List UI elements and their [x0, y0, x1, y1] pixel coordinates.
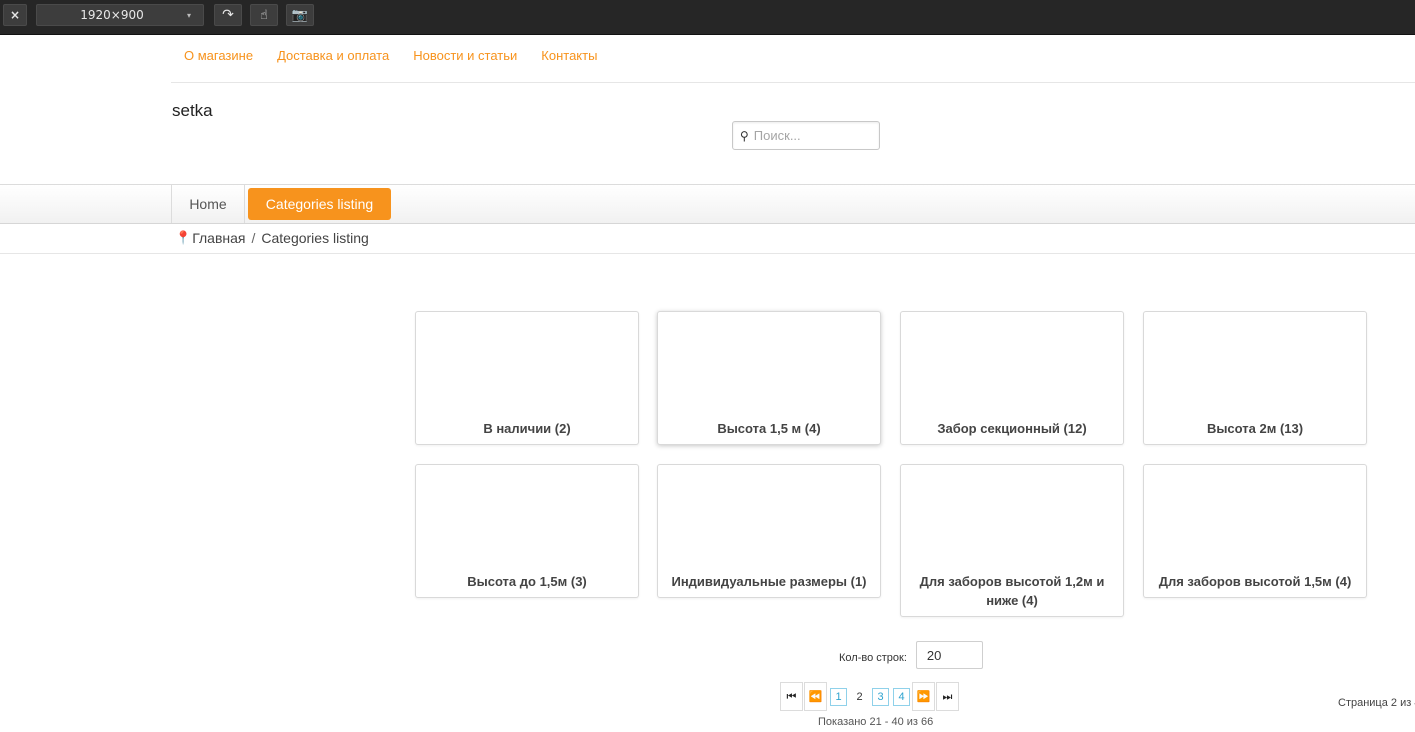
page-link-3[interactable]: 3	[872, 687, 889, 706]
page-indicator: Страница 2 из 4	[1338, 697, 1415, 709]
link-delivery-payment[interactable]: Доставка и оплата	[265, 48, 401, 63]
breadcrumb-home[interactable]: Главная	[192, 230, 245, 246]
category-label: В наличии (2)	[483, 421, 571, 436]
rows-per-page-input[interactable]	[915, 641, 983, 669]
nav-home[interactable]: Home	[171, 185, 245, 223]
viewport-size-select[interactable]: 1920×900 ▾	[36, 4, 204, 26]
link-news-articles[interactable]: Новости и статьи	[401, 48, 529, 63]
main-nav: Home Categories listing	[0, 184, 1415, 224]
rows-per-page: Кол-во строк:	[839, 641, 983, 669]
search-box[interactable]: ⚲	[732, 121, 880, 150]
category-tile[interactable]: В наличии (2)	[415, 311, 639, 445]
close-icon[interactable]: ×	[3, 4, 27, 26]
link-about-shop[interactable]: О магазине	[172, 48, 265, 63]
category-label: Индивидуальные размеры (1)	[671, 574, 867, 589]
search-icon: ⚲	[740, 128, 749, 143]
category-label: Высота 1,5 м (4)	[717, 421, 821, 436]
category-label: Высота 2м (13)	[1206, 421, 1304, 436]
camera-icon[interactable]: 📷	[286, 4, 314, 26]
link-contacts[interactable]: Контакты	[529, 48, 609, 63]
search-input[interactable]	[753, 128, 872, 143]
category-tile[interactable]: Для заборов высотой 1,2м и ниже (4)	[900, 464, 1124, 617]
top-links: О магазине Доставка и оплата Новости и с…	[172, 48, 609, 63]
chevron-down-icon: ▾	[187, 10, 192, 20]
category-tile[interactable]: Индивидуальные размеры (1)	[657, 464, 881, 598]
breadcrumb-separator: /	[251, 230, 256, 246]
rows-per-page-label: Кол-во строк:	[839, 651, 907, 664]
touch-icon[interactable]: ☝	[250, 4, 278, 26]
category-label: Для заборов высотой 1,2м и ниже (4)	[919, 574, 1105, 608]
divider	[171, 82, 1415, 83]
site-name[interactable]: setka	[172, 101, 213, 121]
category-label: Для заборов высотой 1,5м (4)	[1158, 574, 1352, 589]
pagination: ⏮ ⏪ 1 2 3 4 ⏩ ⏭	[780, 682, 960, 711]
divider	[0, 253, 1415, 254]
rotate-icon[interactable]: ↷	[214, 4, 242, 26]
page-link-1[interactable]: 1	[830, 687, 847, 706]
category-label: Забор секционный (12)	[937, 421, 1087, 436]
category-tile[interactable]: Забор секционный (12)	[900, 311, 1124, 445]
map-pin-icon: 📍	[175, 230, 192, 246]
category-label: Высота до 1,5м (3)	[467, 574, 587, 589]
responsive-toolbar: × 1920×900 ▾ ↷ ☝ 📷	[0, 0, 1415, 35]
page-link-4[interactable]: 4	[893, 687, 910, 706]
last-page-icon[interactable]: ⏭	[936, 682, 959, 711]
breadcrumb: 📍 Главная / Categories listing	[175, 230, 369, 246]
category-tile[interactable]: Высота 2м (13)	[1143, 311, 1367, 445]
viewport-size-value: 1920×900	[80, 8, 144, 22]
nav-categories-listing[interactable]: Categories listing	[248, 188, 391, 220]
category-tile[interactable]: Для заборов высотой 1,5м (4)	[1143, 464, 1367, 598]
results-count: Показано 21 - 40 из 66	[818, 716, 934, 728]
breadcrumb-current: Categories listing	[261, 230, 369, 246]
first-page-icon[interactable]: ⏮	[780, 682, 803, 711]
category-tile[interactable]: Высота до 1,5м (3)	[415, 464, 639, 598]
category-tile[interactable]: Высота 1,5 м (4)	[657, 311, 881, 445]
next-page-icon[interactable]: ⏩	[912, 682, 935, 711]
prev-page-icon[interactable]: ⏪	[804, 682, 827, 711]
page-current: 2	[856, 690, 863, 703]
